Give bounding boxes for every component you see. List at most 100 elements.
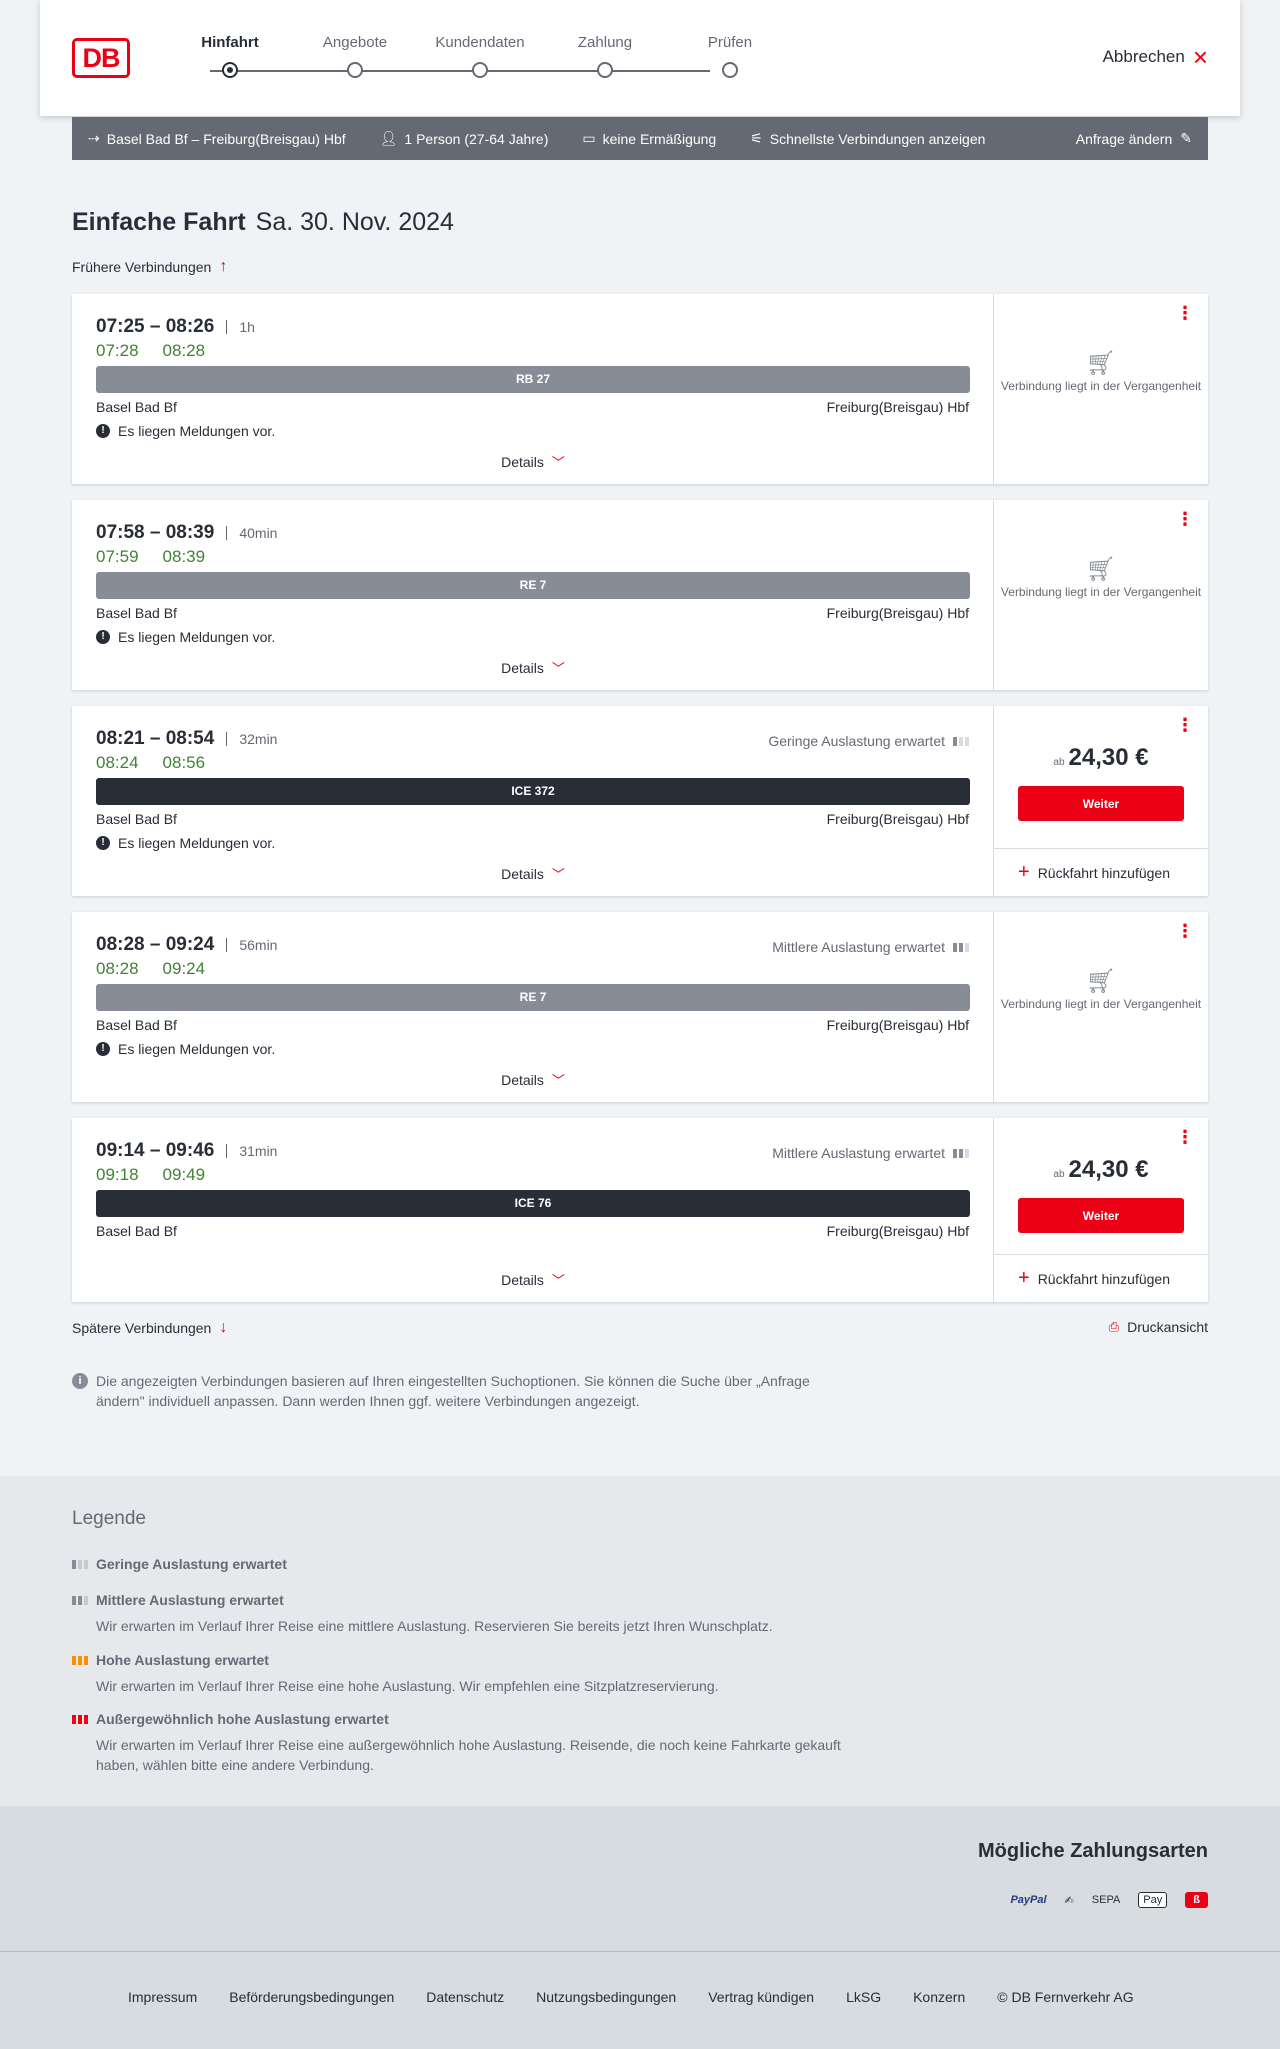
connection-main: 08:28 – 09:24 56min Mittlere Auslastung … xyxy=(72,912,994,1102)
apple-pay-label: Pay xyxy=(1143,1894,1163,1906)
realtime-departure: 09:18 xyxy=(96,1165,139,1184)
details-label: Details xyxy=(501,866,544,882)
cart-unavailable-icon: 🛒︎ xyxy=(1085,556,1117,583)
step-dot xyxy=(597,62,613,78)
past-text: Verbindung liegt in der Vergangenheit xyxy=(1000,997,1202,1011)
print-view-link[interactable]: ⎙ Druckansicht xyxy=(1109,1319,1208,1335)
more-options-icon[interactable]: ⋮ xyxy=(1176,922,1194,940)
later-connections-link[interactable]: Spätere Verbindungen ↓ xyxy=(72,1319,227,1337)
offer-panel: ⋮ ab 24,30 € Weiter + Rückfahrt hinzufüge… xyxy=(994,1118,1208,1302)
price: ab 24,30 € xyxy=(994,1156,1208,1184)
more-options-icon[interactable]: ⋮ xyxy=(1176,304,1194,322)
cancel-button[interactable]: Abbrechen × xyxy=(1103,42,1208,72)
planned-times: 08:21 – 08:54 xyxy=(96,728,215,749)
connection-main: 07:25 – 08:26 1h 07:28 08:28 RB 27 Basel … xyxy=(72,294,994,484)
footer-link-befoerderungsbedingungen[interactable]: Beförderungsbedingungen xyxy=(229,1989,394,2005)
more-options-icon[interactable]: ⋮ xyxy=(1176,1128,1194,1146)
footer-link-nutzungsbedingungen[interactable]: Nutzungsbedingungen xyxy=(536,1989,676,2005)
step-label: Kundendaten xyxy=(435,34,525,51)
discount-summary[interactable]: ▭ keine Ermäßigung xyxy=(582,130,716,147)
info-text: Die angezeigten Verbindungen basieren au… xyxy=(96,1373,810,1409)
footer-link-impressum[interactable]: Impressum xyxy=(128,1989,197,2005)
train-bar[interactable]: RE 7 xyxy=(96,572,970,599)
trip-type: Einfache Fahrt xyxy=(72,208,246,236)
alert-icon: ! xyxy=(96,630,110,644)
trip-date: Sa. 30. Nov. 2024 xyxy=(255,208,454,236)
train-bar[interactable]: RB 27 xyxy=(96,366,970,393)
footer-link-lksg[interactable]: LkSG xyxy=(846,1989,881,2005)
paypal-icon: PayPal xyxy=(1010,1894,1047,1906)
planned-times: 08:28 – 09:24 xyxy=(96,934,215,955)
sepa-icon: SEPA xyxy=(1091,1894,1121,1906)
footer-link-konzern[interactable]: Konzern xyxy=(913,1989,965,2005)
realtime-times: 09:18 09:49 xyxy=(96,1165,229,1185)
past-text: Verbindung liegt in der Vergangenheit xyxy=(1000,585,1202,599)
origin-station: Basel Bad Bf xyxy=(96,1017,177,1033)
details-toggle[interactable]: Details ﹀ xyxy=(72,452,994,471)
connection-main: 08:21 – 08:54 32min Geringe Auslastung e… xyxy=(72,706,994,896)
footer-link-datenschutz[interactable]: Datenschutz xyxy=(426,1989,504,2005)
realtime-times: 08:28 09:24 xyxy=(96,959,229,979)
planned-times: 07:25 – 08:26 xyxy=(96,316,215,337)
occupancy-medium-icon xyxy=(953,1148,969,1158)
past-connection-notice: 🛒︎ Verbindung liegt in der Vergangenheit xyxy=(994,556,1208,600)
print-label: Druckansicht xyxy=(1127,1319,1208,1335)
details-toggle[interactable]: Details ﹀ xyxy=(72,1070,994,1089)
train-bar[interactable]: RE 7 xyxy=(96,984,970,1011)
cart-unavailable-icon: 🛒︎ xyxy=(1085,968,1117,995)
occupancy-medium-icon xyxy=(953,942,969,952)
connection-times: 08:28 – 09:24 56min xyxy=(96,934,277,956)
occupancy-text: Mittlere Auslastung erwartet xyxy=(772,1145,945,1161)
db-logo[interactable]: DB xyxy=(72,38,130,78)
occupancy-extreme-icon xyxy=(72,1714,88,1724)
add-return-button[interactable]: + Rückfahrt hinzufügen xyxy=(994,848,1208,896)
db-pay-icon: ß xyxy=(1185,1892,1208,1908)
step-kundendaten: Kundendaten xyxy=(430,34,530,78)
more-options-icon[interactable]: ⋮ xyxy=(1176,716,1194,734)
info-icon: i xyxy=(72,1373,88,1389)
later-label: Spätere Verbindungen xyxy=(72,1320,212,1336)
train-bar[interactable]: ICE 76 xyxy=(96,1190,970,1217)
edit-request-button[interactable]: Anfrage ändern ✎ xyxy=(1076,130,1192,147)
notice-text: Es liegen Meldungen vor. xyxy=(118,629,276,645)
occupancy-low-icon xyxy=(953,736,969,746)
search-info-note: i Die angezeigten Verbindungen basieren … xyxy=(72,1371,852,1411)
footer-link-vertrag-kuendigen[interactable]: Vertrag kündigen xyxy=(708,1989,814,2005)
legend-item: Außergewöhnlich hohe Auslastung erwartet… xyxy=(72,1711,872,1775)
chevron-down-icon: ﹀ xyxy=(551,1073,565,1088)
sliders-icon: ⚟ xyxy=(750,130,763,146)
continue-button[interactable]: Weiter xyxy=(1018,786,1184,821)
continue-button[interactable]: Weiter xyxy=(1018,1198,1184,1233)
payment-icons: PayPal ✍ SEPA Pay ß xyxy=(1010,1892,1208,1908)
earlier-connections-link[interactable]: Frühere Verbindungen ↑ xyxy=(72,258,227,276)
route-summary[interactable]: ⇢ Basel Bad Bf – Freiburg(Breisgau) Hbf xyxy=(88,130,346,147)
origin-station: Basel Bad Bf xyxy=(96,1223,177,1239)
close-icon: × xyxy=(1192,42,1208,72)
step-dot xyxy=(722,62,738,78)
more-options-icon[interactable]: ⋮ xyxy=(1176,510,1194,528)
legend-item: Geringe Auslastung erwartet xyxy=(72,1556,872,1572)
passenger-summary[interactable]: 👤︎ 1 Person (27-64 Jahre) xyxy=(380,130,549,147)
step-pruefen: Prüfen xyxy=(680,34,780,78)
legend-item: Hohe Auslastung erwartet Wir erwarten im… xyxy=(72,1652,872,1696)
details-toggle[interactable]: Details ﹀ xyxy=(72,864,994,883)
fastest-toggle[interactable]: ⚟ Schnellste Verbindungen anzeigen xyxy=(750,130,985,147)
notice: ! Es liegen Meldungen vor. xyxy=(96,423,275,439)
legend-head-text: Außergewöhnlich hohe Auslastung erwartet xyxy=(96,1711,389,1727)
duration: 1h xyxy=(226,320,255,334)
step-angebote: Angebote xyxy=(305,34,405,78)
past-text: Verbindung liegt in der Vergangenheit xyxy=(1000,379,1202,393)
details-toggle[interactable]: Details ﹀ xyxy=(72,1270,994,1289)
footer-copyright: © DB Fernverkehr AG xyxy=(997,1989,1134,2005)
realtime-departure: 08:24 xyxy=(96,753,139,772)
legend-text: Wir erwarten im Verlauf Ihrer Reise eine… xyxy=(96,1678,719,1694)
credit-card-icon: ✍ xyxy=(1064,1894,1074,1907)
page-title: Einfache Fahrt Sa. 30. Nov. 2024 xyxy=(72,208,454,237)
offer-panel: ⋮ ab 24,30 € Weiter + Rückfahrt hinzufüge… xyxy=(994,706,1208,896)
add-return-button[interactable]: + Rückfahrt hinzufügen xyxy=(994,1254,1208,1302)
train-bar[interactable]: ICE 372 xyxy=(96,778,970,805)
card-icon: ▭ xyxy=(582,130,596,146)
details-toggle[interactable]: Details ﹀ xyxy=(72,658,994,677)
origin-station: Basel Bad Bf xyxy=(96,811,177,827)
realtime-times: 07:59 08:39 xyxy=(96,547,229,567)
